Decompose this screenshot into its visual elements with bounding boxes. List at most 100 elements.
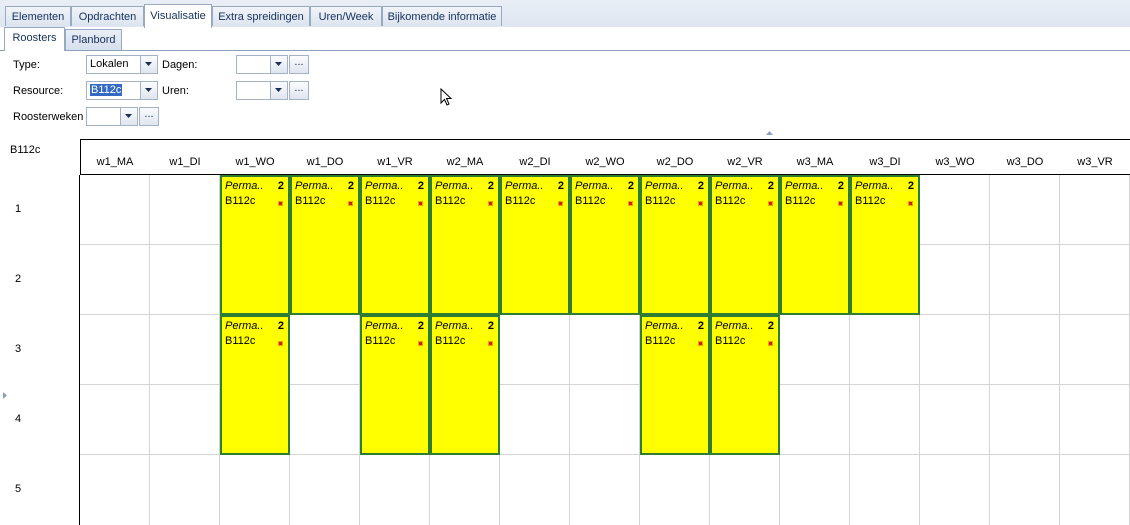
block-title: Perma.. xyxy=(365,320,404,332)
schedule-block[interactable]: Perma.. 2 B112c xyxy=(360,315,430,455)
splitter-up-icon[interactable] xyxy=(766,131,773,135)
chevron-down-icon[interactable] xyxy=(140,56,157,73)
sub-tab-bar: Roosters Planbord xyxy=(0,27,1130,51)
schedule-block[interactable]: Perma.. 2 B112c xyxy=(500,175,570,315)
marker-icon xyxy=(419,342,422,345)
mouse-cursor-icon xyxy=(440,88,453,106)
schedule-block[interactable]: Perma.. 2 B112c xyxy=(430,315,500,455)
chevron-down-icon[interactable] xyxy=(270,82,287,99)
schedule-block[interactable]: Perma.. 2 B112c xyxy=(780,175,850,315)
schedule-block[interactable]: Perma.. 2 B112c xyxy=(710,315,780,455)
column-header-w2-do[interactable]: w2_DO xyxy=(640,156,710,168)
column-header-w1-wo[interactable]: w1_WO xyxy=(220,156,290,168)
tab-opdrachten[interactable]: Opdrachten xyxy=(71,6,144,26)
column-header-w2-di[interactable]: w2_DI xyxy=(500,156,570,168)
block-title: Perma.. xyxy=(715,180,754,192)
schedule-block[interactable]: Perma.. 2 B112c xyxy=(430,175,500,315)
block-room: B112c xyxy=(645,195,676,207)
roosterweken-combo[interactable] xyxy=(86,107,138,126)
marker-icon xyxy=(419,202,422,205)
roosterweken-ellipsis-button[interactable]: ... xyxy=(139,107,159,126)
schedule-block[interactable]: Perma.. 2 B112c xyxy=(570,175,640,315)
block-title: Perma.. xyxy=(365,180,404,192)
column-header-w1-di[interactable]: w1_DI xyxy=(150,156,220,168)
block-room: B112c xyxy=(785,195,816,207)
column-header-w2-ma[interactable]: w2_MA xyxy=(430,156,500,168)
grid-column-line xyxy=(149,175,150,525)
block-room: B112c xyxy=(295,195,326,207)
column-header-w2-vr[interactable]: w2_VR xyxy=(710,156,780,168)
block-title: Perma.. xyxy=(225,320,264,332)
dagen-ellipsis-button[interactable]: ... xyxy=(289,55,309,74)
block-title: Perma.. xyxy=(505,180,544,192)
block-count: 2 xyxy=(277,320,284,332)
tab-roosters[interactable]: Roosters xyxy=(4,27,65,51)
marker-icon xyxy=(559,202,562,205)
marker-icon xyxy=(769,342,772,345)
schedule-block[interactable]: Perma.. 2 B112c xyxy=(640,315,710,455)
side-expand-icon[interactable] xyxy=(3,392,7,399)
schedule-block[interactable]: Perma.. 2 B112c xyxy=(850,175,920,315)
schedule-block[interactable]: Perma.. 2 B112c xyxy=(710,175,780,315)
marker-icon xyxy=(279,342,282,345)
row-header-3: 3 xyxy=(15,343,22,355)
tab-visualisatie[interactable]: Visualisatie xyxy=(144,4,212,28)
row-header-2: 2 xyxy=(15,273,22,285)
block-count: 2 xyxy=(417,180,424,192)
column-header-w3-di[interactable]: w3_DI xyxy=(850,156,920,168)
column-header-w1-ma[interactable]: w1_MA xyxy=(80,156,150,168)
marker-icon xyxy=(489,202,492,205)
column-header-w2-wo[interactable]: w2_WO xyxy=(570,156,640,168)
type-label: Type: xyxy=(13,59,40,71)
row-header-5: 5 xyxy=(15,483,22,495)
tab-elementen[interactable]: Elementen xyxy=(5,6,71,26)
column-header-w3-wo[interactable]: w3_WO xyxy=(920,156,990,168)
marker-icon xyxy=(349,202,352,205)
marker-icon xyxy=(839,202,842,205)
schedule-block[interactable]: Perma.. 2 B112c xyxy=(220,315,290,455)
block-room: B112c xyxy=(365,195,396,207)
resource-value: B112c xyxy=(90,84,123,96)
column-header-w1-do[interactable]: w1_DO xyxy=(290,156,360,168)
schedule-block[interactable]: Perma.. 2 B112c xyxy=(640,175,710,315)
marker-icon xyxy=(769,202,772,205)
main-tab-bar: Elementen Opdrachten Visualisatie Extra … xyxy=(0,0,1130,28)
tab-bijkomende-informatie[interactable]: Bijkomende informatie xyxy=(382,6,502,26)
chevron-down-icon[interactable] xyxy=(270,56,287,73)
chevron-down-icon[interactable] xyxy=(140,82,157,99)
chevron-down-icon[interactable] xyxy=(120,108,137,125)
uren-ellipsis-button[interactable]: ... xyxy=(289,81,309,100)
grid-column-line xyxy=(1059,175,1060,525)
block-room: B112c xyxy=(715,335,746,347)
grid-resource-label: B112c xyxy=(10,144,41,156)
block-count: 2 xyxy=(767,320,774,332)
block-room: B112c xyxy=(645,335,676,347)
uren-combo[interactable] xyxy=(236,81,288,100)
column-header-w3-do[interactable]: w3_DO xyxy=(990,156,1060,168)
grid-column-line xyxy=(989,175,990,525)
marker-icon xyxy=(909,202,912,205)
block-title: Perma.. xyxy=(295,180,334,192)
block-title: Perma.. xyxy=(855,180,894,192)
block-count: 2 xyxy=(557,180,564,192)
block-room: B112c xyxy=(575,195,606,207)
column-header-w3-vr[interactable]: w3_VR xyxy=(1060,156,1130,168)
block-room: B112c xyxy=(435,195,466,207)
block-title: Perma.. xyxy=(645,320,684,332)
block-count: 2 xyxy=(697,320,704,332)
tab-planbord[interactable]: Planbord xyxy=(65,29,122,50)
schedule-block[interactable]: Perma.. 2 B112c xyxy=(290,175,360,315)
block-title: Perma.. xyxy=(785,180,824,192)
marker-icon xyxy=(279,202,282,205)
dagen-combo[interactable] xyxy=(236,55,288,74)
type-combo[interactable]: Lokalen xyxy=(86,55,158,74)
tab-extra-spreidingen[interactable]: Extra spreidingen xyxy=(212,6,310,26)
tab-uren-week[interactable]: Uren/Week xyxy=(310,6,382,26)
resource-combo[interactable]: B112c xyxy=(86,81,158,100)
block-room: B112c xyxy=(225,195,256,207)
column-header-w3-ma[interactable]: w3_MA xyxy=(780,156,850,168)
block-room: B112c xyxy=(225,335,256,347)
schedule-block[interactable]: Perma.. 2 B112c xyxy=(220,175,290,315)
schedule-block[interactable]: Perma.. 2 B112c xyxy=(360,175,430,315)
column-header-w1-vr[interactable]: w1_VR xyxy=(360,156,430,168)
